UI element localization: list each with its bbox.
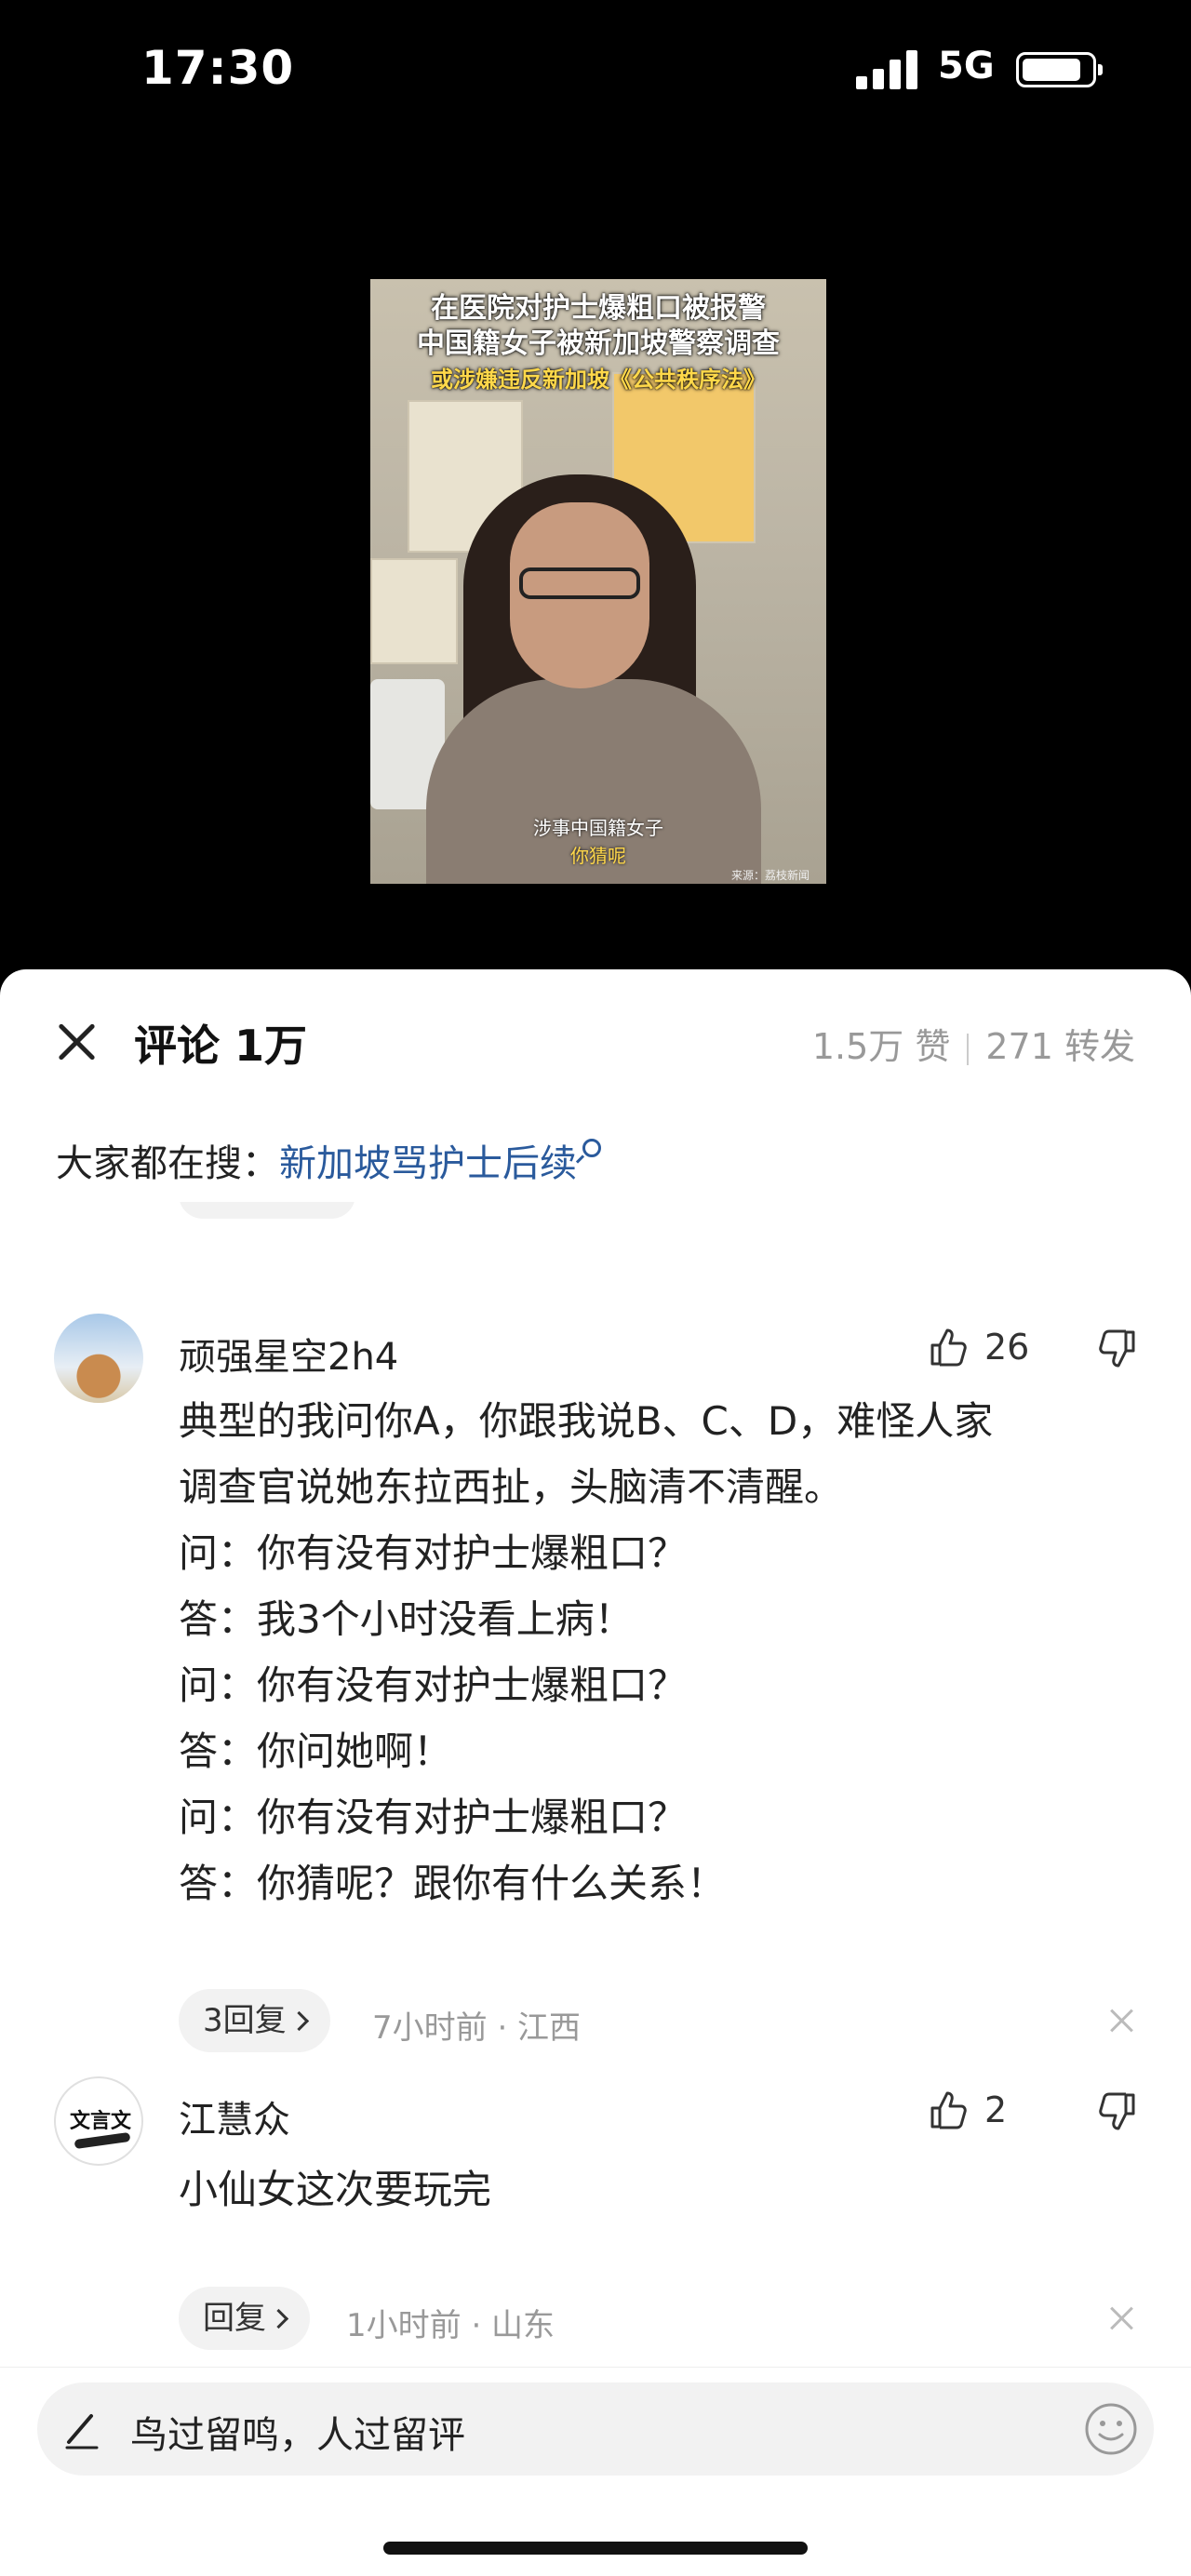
comment-meta: 1小时前 · 山东 [346,2307,555,2344]
comment-count-title: 评论 1万 [134,1021,308,1071]
chevron-right-icon [288,2010,309,2032]
likes-count[interactable]: 1.5万 赞 [812,1026,951,1067]
comment-line: 问：你有没有对护士爆粗口？ [179,1530,688,1576]
comment-username[interactable]: 顽强星空2h4 [179,1327,398,1381]
comment-text: 小仙女这次要玩完 [179,2156,1137,2222]
status-bar: 17:30 5G [0,0,1191,140]
comment-text: 典型的我问你A，你跟我说B、C、D，难怪人家 调查官说她东拉西扯，头脑清不清醒。… [179,1388,1137,1916]
dismiss-icon[interactable] [1109,2305,1135,2331]
avatar[interactable]: 文言文 [54,2076,143,2166]
reply-button[interactable] [179,1202,355,1219]
comment-line: 答：你猜呢？跟你有什么关系！ [179,1861,727,1906]
comment-sheet: 评论 1万 1.5万 赞 271 转发 大家都在搜：新加坡骂护士后续 顽强星空2h… [0,969,1191,2576]
video-player[interactable]: 在医院对护士爆粗口被报警 中国籍女子被新加坡警察调查 或涉嫌违反新加坡《公共秩序… [370,279,826,884]
thumbs-up-icon[interactable] [929,2089,970,2130]
video-person-glasses [519,567,640,599]
comment-line: 问：你有没有对护士爆粗口？ [179,1662,688,1708]
trending-search: 大家都在搜：新加坡骂护士后续 [56,1133,601,1187]
close-icon[interactable] [52,1016,104,1068]
like-count: 2 [984,2089,1008,2130]
comment-input[interactable]: 鸟过留鸣，人过留评 [37,2382,1154,2476]
comment-line: 答：我3个小时没看上病！ [179,1596,634,1642]
shares-count[interactable]: 271 转发 [985,1026,1135,1067]
reply-label: 回复 [203,2300,266,2337]
network-type: 5G [938,45,995,87]
thumbs-up-icon[interactable] [929,1327,970,1368]
comment-line: 调查官说她东拉西扯，头脑清不清醒。 [179,1464,844,1510]
pen-icon [65,2414,99,2449]
video-title-line: 或涉嫌违反新加坡《公共秩序法》 [431,367,766,393]
chevron-right-icon [268,2308,289,2329]
comment-line: 小仙女这次要玩完 [179,2167,492,2212]
dismiss-icon[interactable] [1109,2008,1135,2034]
replies-button[interactable]: 3回复 [179,1989,330,2052]
comment-input-placeholder: 鸟过留鸣，人过留评 [130,2414,465,2457]
signal-icon [856,48,921,89]
previous-comment-footer [0,1202,1191,1221]
like-count: 26 [984,1327,1030,1368]
comment-line: 典型的我问你A，你跟我说B、C、D，难怪人家 [179,1398,994,1444]
post-stats: 1.5万 赞 271 转发 [812,1018,1135,1069]
comment-line: 答：你问她啊！ [179,1728,453,1774]
video-subtitle: 你猜呢 [570,845,626,867]
avatar-calligraphy: 文言文 [69,2109,131,2133]
divider [967,1033,970,1065]
battery-icon [1016,52,1103,87]
replies-label: 3回复 [203,2002,287,2039]
search-prefix: 大家都在搜： [56,1142,279,1185]
search-icon [582,1139,601,1157]
home-indicator [383,2542,808,2555]
reply-button[interactable]: 回复 [179,2287,310,2350]
search-keyword-link[interactable]: 新加坡骂护士后续 [279,1142,577,1185]
avatar[interactable] [54,1314,143,1403]
comment-input-bar: 鸟过留鸣，人过留评 [0,2367,1191,2576]
wall-poster [370,558,458,664]
thumbs-down-icon[interactable] [1096,1328,1137,1369]
comment-meta: 7小时前 · 江西 [372,2009,582,2047]
emoji-icon[interactable] [1083,2401,1139,2457]
comment-username[interactable]: 江慧众 [179,2089,290,2143]
sheet-header: 评论 1万 1.5万 赞 271 转发 [0,969,1191,1109]
thumbs-down-icon[interactable] [1096,2091,1137,2132]
video-title-line: 中国籍女子被新加坡警察调查 [417,327,780,360]
video-subtitle: 涉事中国籍女子 [533,817,663,839]
avatar-brush-stroke [74,2131,131,2150]
status-time: 17:30 [141,41,295,95]
video-source: 来源：荔枝新闻 [730,869,810,882]
comment-line: 问：你有没有对护士爆粗口？ [179,1795,688,1840]
